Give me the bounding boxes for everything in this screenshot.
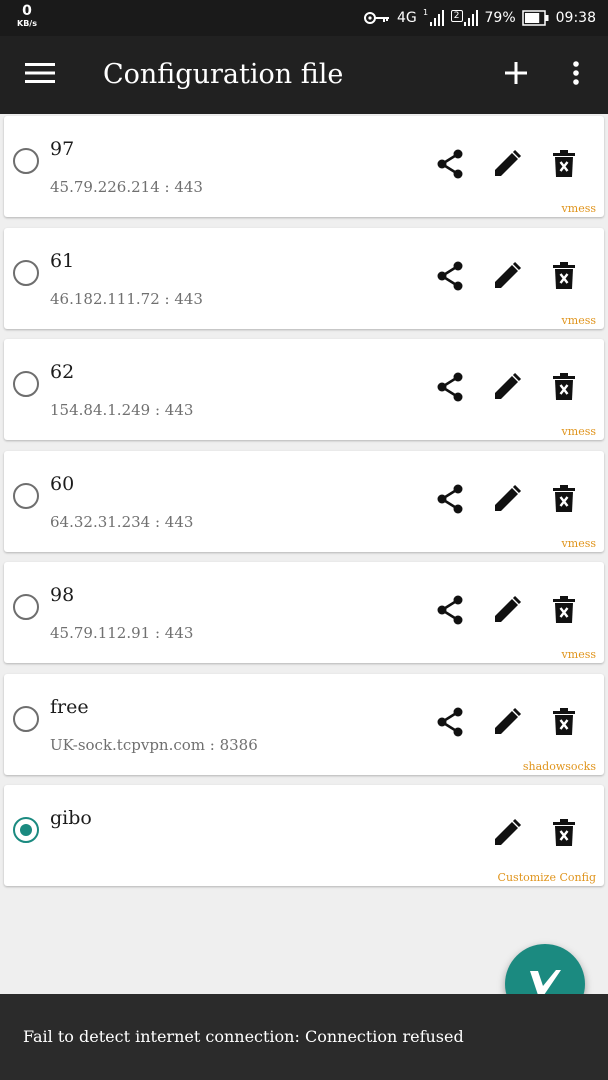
edit-button[interactable] bbox=[487, 481, 527, 521]
delete-icon bbox=[552, 261, 576, 294]
config-type: vmess bbox=[561, 536, 596, 550]
config-item[interactable]: free UK-sock.tcpvpn.com : 8386 shadowsocks bbox=[4, 673, 604, 775]
signal-icon: 1 bbox=[423, 8, 445, 28]
share-icon bbox=[436, 707, 464, 741]
config-type: vmess bbox=[561, 648, 596, 661]
config-item[interactable]: 61 46.182.111.72 : 443 vmess bbox=[4, 227, 604, 329]
delete-icon bbox=[552, 819, 576, 851]
share-button[interactable] bbox=[430, 704, 470, 744]
svg-text:1: 1 bbox=[423, 8, 428, 17]
menu-button[interactable] bbox=[20, 36, 60, 114]
config-type: Customize Config bbox=[497, 871, 596, 884]
speed-value: 0 bbox=[22, 3, 32, 19]
config-address: UK-sock.tcpvpn.com : 8386 bbox=[50, 735, 258, 754]
delete-button[interactable] bbox=[544, 146, 584, 186]
share-button[interactable] bbox=[430, 146, 470, 186]
config-name: free bbox=[50, 695, 89, 718]
snackbar-message: Fail to detect internet connection: Conn… bbox=[23, 1027, 464, 1046]
config-name: 98 bbox=[50, 584, 75, 606]
config-name: gibo bbox=[50, 807, 92, 829]
delete-button[interactable] bbox=[544, 592, 584, 632]
delete-icon bbox=[552, 373, 576, 405]
edit-icon bbox=[492, 595, 522, 629]
config-item[interactable]: 60 64.32.31.234 : 443 vmess bbox=[4, 450, 604, 552]
delete-button[interactable] bbox=[544, 369, 584, 409]
share-button[interactable] bbox=[430, 258, 470, 298]
network-speed: 0 KB/s bbox=[14, 4, 40, 28]
config-address: 45.79.112.91 : 443 bbox=[50, 624, 194, 642]
delete-button[interactable] bbox=[544, 481, 584, 521]
share-icon bbox=[436, 484, 464, 518]
edit-button[interactable] bbox=[487, 369, 527, 409]
edit-icon bbox=[492, 818, 522, 852]
config-type: shadowsocks bbox=[522, 759, 596, 773]
app-toolbar: Configuration file bbox=[0, 36, 608, 114]
config-name: 60 bbox=[50, 472, 75, 495]
config-name: 62 bbox=[50, 361, 75, 383]
delete-icon bbox=[552, 596, 576, 628]
more-vert-icon bbox=[572, 60, 580, 90]
add-button[interactable] bbox=[496, 36, 536, 114]
clock: 09:38 bbox=[555, 10, 596, 26]
share-button[interactable] bbox=[430, 481, 470, 521]
delete-button[interactable] bbox=[544, 815, 584, 855]
share-button[interactable] bbox=[430, 592, 470, 632]
config-type: vmess bbox=[561, 202, 596, 215]
share-icon bbox=[436, 261, 464, 295]
select-radio[interactable] bbox=[13, 482, 39, 509]
config-name: 97 bbox=[50, 138, 75, 160]
select-radio[interactable] bbox=[13, 259, 39, 286]
config-address: 45.79.226.214 : 443 bbox=[50, 178, 203, 196]
select-radio[interactable] bbox=[13, 705, 39, 732]
edit-button[interactable] bbox=[487, 146, 527, 186]
config-item[interactable]: 62 154.84.1.249 : 443 vmess bbox=[4, 339, 604, 440]
sim2-label: 2 bbox=[450, 10, 463, 22]
snackbar: Fail to detect internet connection: Conn… bbox=[0, 994, 608, 1080]
config-item[interactable]: 97 45.79.226.214 : 443 vmess bbox=[4, 116, 604, 217]
menu-icon bbox=[25, 62, 55, 88]
edit-button[interactable] bbox=[487, 258, 527, 298]
edit-button[interactable] bbox=[487, 704, 527, 744]
config-type: vmess bbox=[561, 313, 596, 327]
share-icon bbox=[436, 595, 464, 629]
signal-icon: 2 bbox=[450, 8, 479, 28]
edit-icon bbox=[492, 261, 522, 295]
delete-icon bbox=[552, 484, 576, 517]
config-address: 64.32.31.234 : 443 bbox=[50, 512, 194, 531]
speed-unit: KB/s bbox=[17, 19, 37, 28]
config-address: 154.84.1.249 : 443 bbox=[50, 401, 194, 419]
edit-icon bbox=[492, 707, 522, 741]
network-type: 4G bbox=[397, 10, 417, 26]
more-options-button[interactable] bbox=[560, 36, 592, 114]
delete-button[interactable] bbox=[544, 704, 584, 744]
key-icon bbox=[363, 11, 391, 25]
config-item[interactable]: gibo Customize Config bbox=[4, 785, 604, 886]
select-radio[interactable] bbox=[13, 148, 39, 174]
battery-icon bbox=[521, 10, 550, 26]
edit-icon bbox=[492, 372, 522, 406]
config-address: 46.182.111.72 : 443 bbox=[50, 289, 203, 308]
edit-button[interactable] bbox=[487, 592, 527, 632]
config-name: 61 bbox=[50, 249, 75, 272]
share-icon bbox=[436, 149, 464, 183]
share-button[interactable] bbox=[430, 369, 470, 409]
delete-icon bbox=[552, 150, 576, 182]
battery-percent: 79% bbox=[484, 10, 516, 26]
edit-button[interactable] bbox=[487, 815, 527, 855]
select-radio[interactable] bbox=[13, 817, 39, 843]
add-icon bbox=[504, 61, 528, 89]
config-type: vmess bbox=[561, 425, 596, 438]
share-icon bbox=[436, 372, 464, 406]
edit-icon bbox=[492, 484, 522, 518]
edit-icon bbox=[492, 149, 522, 183]
config-item[interactable]: 98 45.79.112.91 : 443 vmess bbox=[4, 562, 604, 663]
select-radio[interactable] bbox=[13, 594, 39, 620]
delete-button[interactable] bbox=[544, 258, 584, 298]
delete-icon bbox=[552, 707, 576, 740]
select-radio[interactable] bbox=[13, 371, 39, 397]
status-bar: 0 KB/s 4G 1 2 79% 09:38 bbox=[0, 0, 608, 36]
page-title: Configuration file bbox=[103, 59, 344, 90]
